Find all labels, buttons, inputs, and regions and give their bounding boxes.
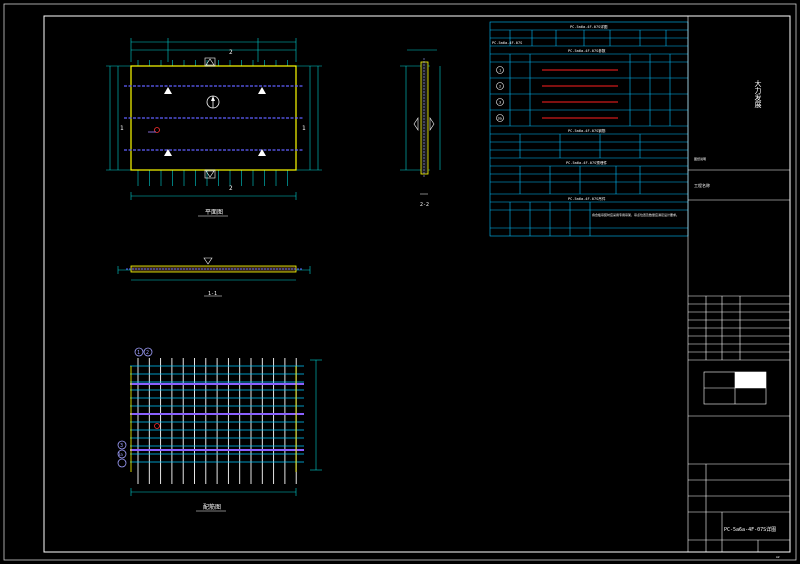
plan-lifting-points <box>164 87 266 156</box>
rebar-view-title: 配筋图 <box>203 503 221 511</box>
section-1-1-title: 1-1 <box>208 291 217 297</box>
rebar-tag-2: 2 <box>146 350 149 356</box>
rebar-view: 1 2 3 3a 配筋图 <box>117 347 322 512</box>
plan-bottom-symbol <box>204 169 216 179</box>
plan-bottom-dims <box>130 192 297 200</box>
table-bar-id-3a: 3a <box>498 117 502 121</box>
plan-protruding-bars <box>137 60 288 186</box>
rebar-tag-1: 1 <box>137 350 140 356</box>
plan-top-dims <box>130 38 297 62</box>
section-1-1-view: 1-1 <box>117 257 311 297</box>
title-block-texts: 大力发展 工程名称 图纸说明 PC-5a6a-4F-07S详图 A2 <box>694 79 780 559</box>
rebar-tag-3a: 3a <box>118 452 123 457</box>
note-table-text: 叠合板吊装时应采用专用吊架，吊点位置及数量应满足设计要求。 <box>592 212 679 217</box>
table-bar-id-1: 1 <box>499 69 501 73</box>
project-row-label: 工程名称 <box>694 182 710 188</box>
embed-table-title: PC-5a6a-4F-07S预埋件 <box>566 160 607 165</box>
plan-section-mark-bottom: 2 <box>229 185 233 192</box>
drawing-note: 图纸说明 <box>694 156 706 161</box>
cad-drawing-canvas[interactable]: 2 2 1 1 平面图 2-2 1-1 1 2 3 3a 配筋图 PC-5a6a… <box>0 0 800 564</box>
plan-section-mark-top: 2 <box>229 49 233 56</box>
key-plan-highlight <box>735 372 766 388</box>
lift-table-title: PC-5a6a-4F-07S吊件 <box>568 196 606 201</box>
section-2-2-title: 2-2 <box>420 202 429 208</box>
main-row-label: PC-5a6a-4F-07S <box>492 41 522 45</box>
plan-left-dims <box>106 65 131 171</box>
drawing-name: PC-5a6a-4F-07S详图 <box>724 526 776 533</box>
params-table-title: PC-5a6a-4F-07S参数 <box>568 48 606 53</box>
rebar-table-title: PC-5a6a-4F-07S钢筋 <box>568 128 606 133</box>
plan-rebar-lines <box>124 85 304 151</box>
plan-view: 2 2 1 1 平面图 <box>106 38 322 217</box>
plan-section-mark-right: 1 <box>302 125 306 132</box>
plan-embed-marker <box>148 127 160 133</box>
section-2-2-view: 2-2 <box>400 49 441 208</box>
plan-section-mark-left: 1 <box>120 125 124 132</box>
rebar-tag-3: 3 <box>120 443 123 449</box>
plan-view-title: 平面图 <box>205 209 223 216</box>
main-table-title: PC-5a6a-4F-07S详图 <box>570 24 608 29</box>
plan-orientation-icon <box>206 95 220 109</box>
company-name: 大力发展 <box>754 79 762 109</box>
title-block <box>687 16 790 552</box>
rebar-right-dims <box>310 359 322 471</box>
outer-frame <box>3 3 797 561</box>
plan-top-symbol <box>204 57 216 67</box>
rebar-bottom-dims <box>130 488 297 496</box>
sheet-size: A2 <box>776 555 780 559</box>
table-bar-id-3: 3 <box>499 101 501 105</box>
rebar-grid <box>130 358 304 484</box>
table-bar-id-2: 2 <box>499 85 501 89</box>
inner-frame <box>43 15 791 553</box>
